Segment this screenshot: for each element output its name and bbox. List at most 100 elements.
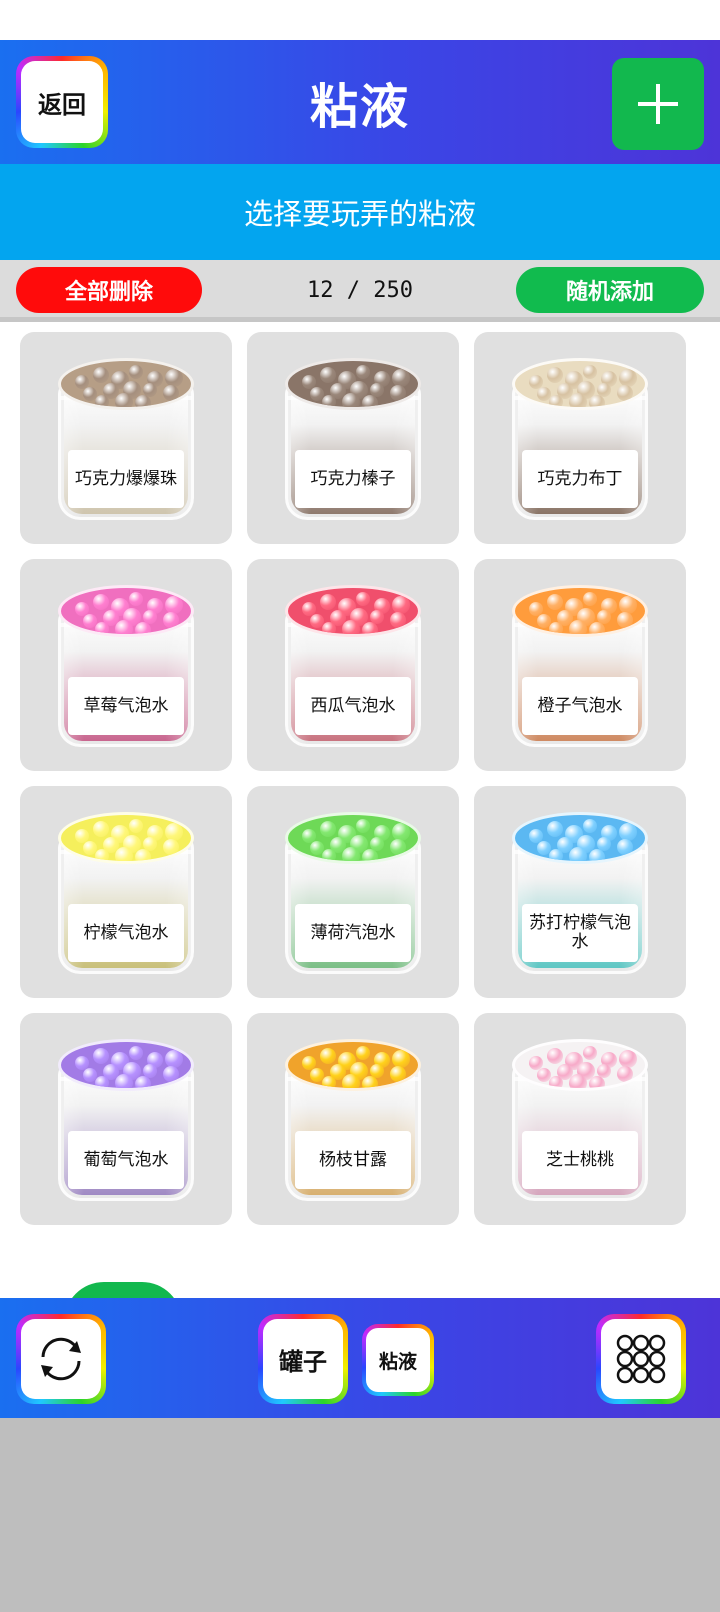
refresh-button-face bbox=[21, 1319, 101, 1399]
slime-bead bbox=[342, 1074, 360, 1088]
slime-bead bbox=[619, 823, 637, 841]
slime-beads bbox=[65, 1042, 191, 1088]
refresh-button[interactable] bbox=[16, 1314, 106, 1404]
slime-bead bbox=[362, 1076, 378, 1088]
slime-card[interactable]: 巧克力爆爆珠 bbox=[20, 332, 232, 544]
slime-name-label: 巧克力布丁 bbox=[522, 450, 638, 508]
slime-bead bbox=[589, 849, 605, 861]
slime-bead bbox=[549, 622, 563, 634]
slime-card[interactable]: 芝士桃桃 bbox=[474, 1013, 686, 1225]
jar-slime-top bbox=[512, 585, 648, 637]
slime-bead bbox=[356, 592, 370, 606]
back-button[interactable]: 返回 bbox=[16, 56, 108, 148]
slime-card[interactable]: 薄荷汽泡水 bbox=[247, 786, 459, 998]
slime-name-label: 橙子气泡水 bbox=[522, 677, 638, 735]
grid-menu-face bbox=[601, 1319, 681, 1399]
slime-beads bbox=[519, 361, 645, 407]
slime-bead bbox=[165, 823, 183, 841]
slime-jar: 草莓气泡水 bbox=[58, 577, 194, 747]
slime-bead bbox=[320, 1048, 336, 1064]
random-add-button[interactable]: 随机添加 bbox=[516, 267, 704, 313]
slime-bead bbox=[135, 1076, 151, 1088]
slime-card[interactable]: 西瓜气泡水 bbox=[247, 559, 459, 771]
slime-bead bbox=[392, 1050, 410, 1068]
slime-bead bbox=[356, 1046, 370, 1060]
slime-bead bbox=[390, 839, 406, 855]
slime-card[interactable]: 葡萄气泡水 bbox=[20, 1013, 232, 1225]
slime-name-label: 草莓气泡水 bbox=[68, 677, 184, 735]
slime-bead bbox=[569, 847, 587, 861]
slime-jar: 苏打柠檬气泡水 bbox=[512, 804, 648, 974]
slime-bead bbox=[129, 592, 143, 606]
slime-bead bbox=[129, 819, 143, 833]
slime-card[interactable]: 草莓气泡水 bbox=[20, 559, 232, 771]
slime-bead bbox=[163, 612, 179, 628]
jar-tab-button[interactable]: 罐子 bbox=[258, 1314, 348, 1404]
delete-all-button[interactable]: 全部删除 bbox=[16, 267, 202, 313]
slime-bead bbox=[320, 821, 336, 837]
slime-jar: 葡萄气泡水 bbox=[58, 1031, 194, 1201]
slime-bead bbox=[569, 620, 587, 634]
page-title: 粘液 bbox=[309, 79, 410, 135]
slime-name-label: 薄荷汽泡水 bbox=[295, 904, 411, 962]
back-button-label: 返回 bbox=[21, 61, 103, 143]
slime-tab-button[interactable]: 粘液 bbox=[362, 1324, 434, 1396]
slime-bead bbox=[93, 367, 109, 383]
slime-card[interactable]: 橙子气泡水 bbox=[474, 559, 686, 771]
instruction-banner: 选择要玩弄的粘液 bbox=[0, 164, 720, 260]
slime-bead bbox=[362, 395, 378, 407]
slime-bead bbox=[322, 1076, 336, 1088]
slime-bead bbox=[390, 612, 406, 628]
slime-bead bbox=[583, 819, 597, 833]
slime-bead bbox=[320, 594, 336, 610]
slime-bead bbox=[392, 823, 410, 841]
slime-card[interactable]: 苏打柠檬气泡水 bbox=[474, 786, 686, 998]
slime-bead bbox=[547, 821, 563, 837]
slime-bead bbox=[163, 1066, 179, 1082]
slime-bead bbox=[95, 395, 109, 407]
slime-bead bbox=[129, 365, 143, 379]
slime-bead bbox=[362, 849, 378, 861]
slime-bead bbox=[342, 847, 360, 861]
slime-bead bbox=[165, 596, 183, 614]
slime-bead bbox=[619, 1050, 637, 1068]
slime-name-label: 巧克力爆爆珠 bbox=[68, 450, 184, 508]
slime-bead bbox=[583, 1046, 597, 1060]
slime-bead bbox=[322, 622, 336, 634]
jar-slime-top bbox=[58, 358, 194, 410]
slime-name-label: 巧克力榛子 bbox=[295, 450, 411, 508]
slime-bead bbox=[569, 1074, 587, 1088]
slime-count: 12 / 250 bbox=[307, 277, 413, 303]
slime-bead bbox=[115, 847, 133, 861]
slime-card[interactable]: 巧克力榛子 bbox=[247, 332, 459, 544]
plus-icon-vertical bbox=[656, 84, 660, 124]
slime-beads bbox=[519, 815, 645, 861]
slime-beads bbox=[65, 588, 191, 634]
add-button[interactable] bbox=[612, 58, 704, 150]
slime-beads bbox=[519, 1042, 645, 1088]
slime-card[interactable]: 杨枝甘露 bbox=[247, 1013, 459, 1225]
slime-jar: 巧克力爆爆珠 bbox=[58, 350, 194, 520]
jar-slime-top bbox=[512, 812, 648, 864]
slime-card[interactable]: 柠檬气泡水 bbox=[20, 786, 232, 998]
slime-tab-label: 粘液 bbox=[366, 1328, 430, 1392]
slime-bead bbox=[549, 1076, 563, 1088]
slime-beads bbox=[519, 588, 645, 634]
slime-bead bbox=[135, 849, 151, 861]
slime-card[interactable]: 巧克力布丁 bbox=[474, 332, 686, 544]
slime-bead bbox=[617, 385, 633, 401]
jar-slime-top bbox=[512, 358, 648, 410]
slime-bead bbox=[362, 622, 378, 634]
slime-bead bbox=[320, 367, 336, 383]
slime-bead bbox=[342, 393, 360, 407]
slime-bead bbox=[129, 1046, 143, 1060]
slime-jar: 巧克力榛子 bbox=[285, 350, 421, 520]
slime-jar: 橙子气泡水 bbox=[512, 577, 648, 747]
slime-bead bbox=[135, 622, 151, 634]
grid-menu-button[interactable] bbox=[596, 1314, 686, 1404]
slime-bead bbox=[163, 839, 179, 855]
slime-bead bbox=[589, 395, 605, 407]
slime-bead bbox=[583, 365, 597, 379]
slime-bead bbox=[356, 365, 370, 379]
slime-name-label: 柠檬气泡水 bbox=[68, 904, 184, 962]
